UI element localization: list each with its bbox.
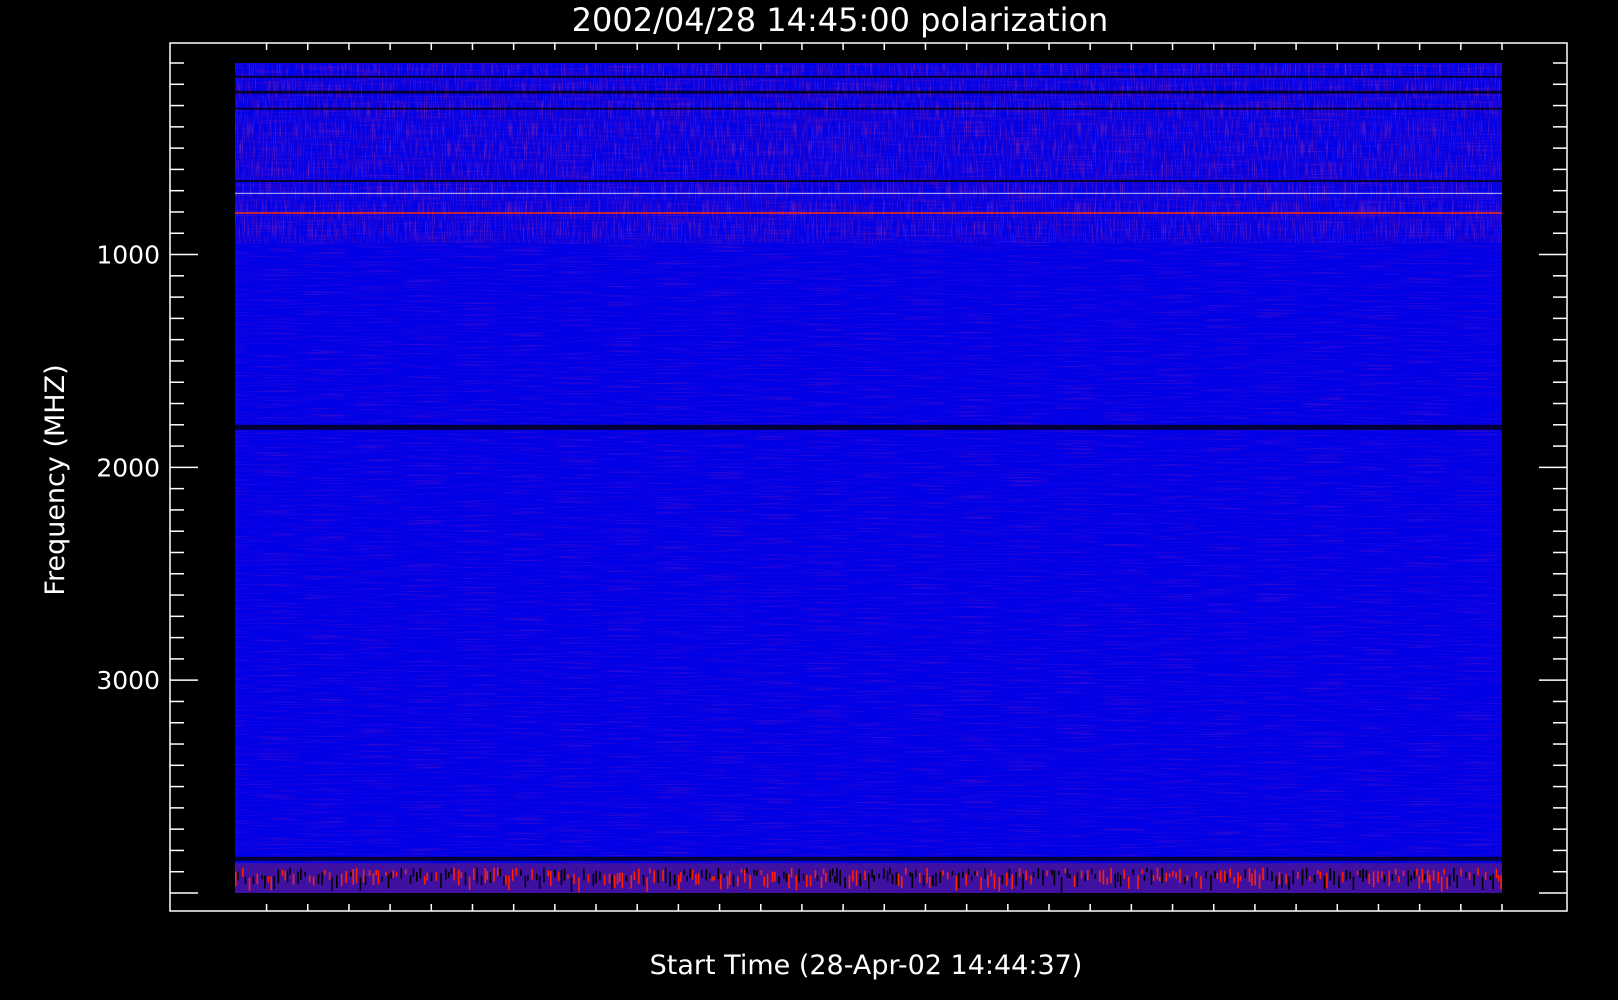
heatmap-field: [235, 63, 1502, 893]
y-tick-label: 3000: [96, 666, 160, 695]
y-tick-label: 1000: [96, 241, 160, 270]
x-axis-label: Start Time (28-Apr-02 14:44:37): [650, 950, 1083, 981]
dropout-line: [235, 424, 1502, 430]
y-axis-label: Frequency (MHZ): [40, 364, 71, 595]
bottom-noise-band: [235, 863, 1502, 893]
dropout-line: [235, 192, 1502, 194]
dropout-line: [235, 90, 1502, 94]
chart-title: 2002/04/28 14:45:00 polarization: [572, 1, 1109, 39]
dropout-line: [235, 180, 1502, 183]
upper-noise-texture: [235, 63, 1502, 243]
y-tick-label: 2000: [96, 453, 160, 482]
polarization-spectrogram: 14:4814:5214:5615:00 100020003000 2002/0…: [40, 1, 1568, 981]
dropout-line: [235, 75, 1502, 78]
dropout-line: [235, 211, 1502, 214]
dropout-line: [235, 107, 1502, 110]
dropout-line: [235, 856, 1502, 861]
